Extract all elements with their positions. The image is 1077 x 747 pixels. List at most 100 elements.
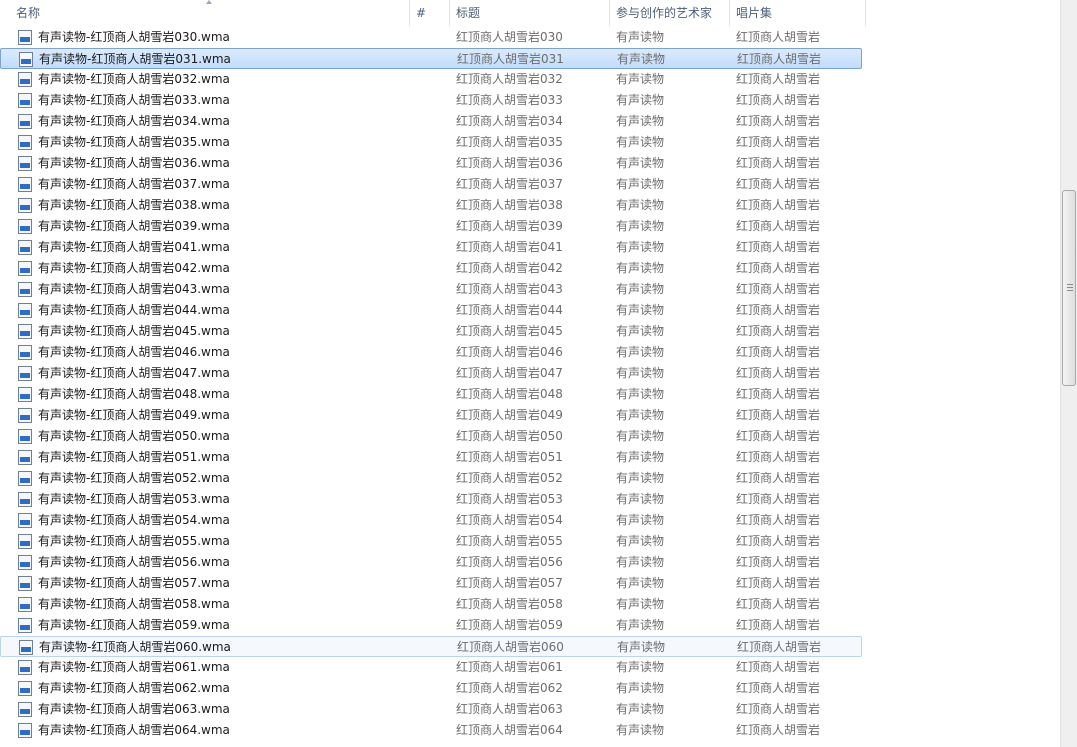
- file-row[interactable]: 有声读物-红顶商人胡雪岩035.wma 红顶商人胡雪岩035 有声读物 红顶商人胡雪岩: [0, 132, 862, 153]
- file-title: 红顶商人胡雪岩047: [456, 366, 563, 380]
- file-row[interactable]: 有声读物-红顶商人胡雪岩034.wma 红顶商人胡雪岩034 有声读物 红顶商人胡雪岩: [0, 111, 862, 132]
- file-title: 红顶商人胡雪岩031: [457, 52, 564, 66]
- file-artist: 有声读物: [616, 156, 665, 170]
- file-row[interactable]: 有声读物-红顶商人胡雪岩033.wma 红顶商人胡雪岩033 有声读物 红顶商人胡雪岩: [0, 90, 862, 111]
- file-row[interactable]: 有声读物-红顶商人胡雪岩054.wma 红顶商人胡雪岩054 有声读物 红顶商人胡雪岩: [0, 510, 862, 531]
- file-row[interactable]: 有声读物-红顶商人胡雪岩049.wma 红顶商人胡雪岩049 有声读物 红顶商人胡雪岩: [0, 405, 862, 426]
- file-artist: 有声读物: [616, 93, 665, 107]
- column-header-album[interactable]: 唱片集: [730, 0, 866, 26]
- file-album: 红顶商人胡雪岩: [736, 471, 821, 485]
- column-header-album-label: 唱片集: [736, 6, 773, 20]
- file-row[interactable]: 有声读物-红顶商人胡雪岩041.wma 红顶商人胡雪岩041 有声读物 红顶商人胡雪岩: [0, 237, 862, 258]
- wma-audio-file-icon: [18, 156, 32, 171]
- wma-audio-file-icon: [18, 387, 32, 402]
- column-header-title[interactable]: 标题: [450, 0, 610, 26]
- file-row[interactable]: 有声读物-红顶商人胡雪岩046.wma 红顶商人胡雪岩046 有声读物 红顶商人胡雪岩: [0, 342, 862, 363]
- column-header-number[interactable]: #: [410, 0, 450, 26]
- file-artist: 有声读物: [616, 261, 665, 275]
- file-artist: 有声读物: [616, 282, 665, 296]
- file-artist: 有声读物: [616, 387, 665, 401]
- file-title: 红顶商人胡雪岩036: [456, 156, 563, 170]
- file-album: 红顶商人胡雪岩: [736, 387, 821, 401]
- file-row[interactable]: 有声读物-红顶商人胡雪岩044.wma 红顶商人胡雪岩044 有声读物 红顶商人胡雪岩: [0, 300, 862, 321]
- file-title: 红顶商人胡雪岩042: [456, 261, 563, 275]
- file-row[interactable]: 有声读物-红顶商人胡雪岩062.wma 红顶商人胡雪岩062 有声读物 红顶商人胡雪岩: [0, 678, 862, 699]
- wma-audio-file-icon: [18, 240, 32, 255]
- file-title: 红顶商人胡雪岩054: [456, 513, 563, 527]
- file-row[interactable]: 有声读物-红顶商人胡雪岩047.wma 红顶商人胡雪岩047 有声读物 红顶商人胡雪岩: [0, 363, 862, 384]
- file-album: 红顶商人胡雪岩: [736, 681, 821, 695]
- file-row[interactable]: 有声读物-红顶商人胡雪岩050.wma 红顶商人胡雪岩050 有声读物 红顶商人胡雪岩: [0, 426, 862, 447]
- file-title: 红顶商人胡雪岩051: [456, 450, 563, 464]
- file-row[interactable]: 有声读物-红顶商人胡雪岩063.wma 红顶商人胡雪岩063 有声读物 红顶商人胡雪岩: [0, 699, 862, 720]
- sort-ascending-icon: [206, 0, 212, 4]
- wma-audio-file-icon: [18, 660, 32, 675]
- file-album: 红顶商人胡雪岩: [736, 534, 821, 548]
- file-row[interactable]: 有声读物-红顶商人胡雪岩061.wma 红顶商人胡雪岩061 有声读物 红顶商人胡雪岩: [0, 657, 862, 678]
- thumb-grip-line: [1067, 290, 1073, 291]
- wma-audio-file-icon: [18, 408, 32, 423]
- file-title: 红顶商人胡雪岩043: [456, 282, 563, 296]
- wma-audio-file-icon: [18, 366, 32, 381]
- file-title: 红顶商人胡雪岩056: [456, 555, 563, 569]
- file-album: 红顶商人胡雪岩: [736, 261, 821, 275]
- file-row[interactable]: 有声读物-红顶商人胡雪岩052.wma 红顶商人胡雪岩052 有声读物 红顶商人胡雪岩: [0, 468, 862, 489]
- file-row[interactable]: 有声读物-红顶商人胡雪岩055.wma 红顶商人胡雪岩055 有声读物 红顶商人胡雪岩: [0, 531, 862, 552]
- file-name: 有声读物-红顶商人胡雪岩036.wma: [38, 156, 230, 170]
- file-name: 有声读物-红顶商人胡雪岩033.wma: [38, 93, 230, 107]
- file-album: 红顶商人胡雪岩: [736, 513, 821, 527]
- file-row[interactable]: 有声读物-红顶商人胡雪岩045.wma 红顶商人胡雪岩045 有声读物 红顶商人胡雪岩: [0, 321, 862, 342]
- file-album: 红顶商人胡雪岩: [736, 240, 821, 254]
- file-name: 有声读物-红顶商人胡雪岩034.wma: [38, 114, 230, 128]
- file-album: 红顶商人胡雪岩: [736, 660, 821, 674]
- file-row[interactable]: 有声读物-红顶商人胡雪岩056.wma 红顶商人胡雪岩056 有声读物 红顶商人胡雪岩: [0, 552, 862, 573]
- file-album: 红顶商人胡雪岩: [736, 114, 821, 128]
- file-name: 有声读物-红顶商人胡雪岩044.wma: [38, 303, 230, 317]
- file-artist: 有声读物: [616, 534, 665, 548]
- file-row[interactable]: 有声读物-红顶商人胡雪岩059.wma 红顶商人胡雪岩059 有声读物 红顶商人胡雪岩: [0, 615, 862, 636]
- file-row[interactable]: 有声读物-红顶商人胡雪岩043.wma 红顶商人胡雪岩043 有声读物 红顶商人胡雪岩: [0, 279, 862, 300]
- file-row[interactable]: 有声读物-红顶商人胡雪岩036.wma 红顶商人胡雪岩036 有声读物 红顶商人胡雪岩: [0, 153, 862, 174]
- file-row[interactable]: 有声读物-红顶商人胡雪岩053.wma 红顶商人胡雪岩053 有声读物 红顶商人胡雪岩: [0, 489, 862, 510]
- file-row[interactable]: 有声读物-红顶商人胡雪岩038.wma 红顶商人胡雪岩038 有声读物 红顶商人胡雪岩: [0, 195, 862, 216]
- file-row[interactable]: 有声读物-红顶商人胡雪岩058.wma 红顶商人胡雪岩058 有声读物 红顶商人胡雪岩: [0, 594, 862, 615]
- file-artist: 有声读物: [616, 429, 665, 443]
- wma-audio-file-icon: [18, 303, 32, 318]
- file-row[interactable]: 有声读物-红顶商人胡雪岩060.wma 红顶商人胡雪岩060 有声读物 红顶商人胡雪岩: [0, 636, 862, 657]
- file-title: 红顶商人胡雪岩037: [456, 177, 563, 191]
- wma-audio-file-icon: [18, 450, 32, 465]
- file-row[interactable]: 有声读物-红顶商人胡雪岩051.wma 红顶商人胡雪岩051 有声读物 红顶商人胡雪岩: [0, 447, 862, 468]
- column-header-artist[interactable]: 参与创作的艺术家: [610, 0, 730, 26]
- file-row[interactable]: 有声读物-红顶商人胡雪岩032.wma 红顶商人胡雪岩032 有声读物 红顶商人胡雪岩: [0, 69, 862, 90]
- file-name: 有声读物-红顶商人胡雪岩032.wma: [38, 72, 230, 86]
- file-name: 有声读物-红顶商人胡雪岩047.wma: [38, 366, 230, 380]
- file-row[interactable]: 有声读物-红顶商人胡雪岩048.wma 红顶商人胡雪岩048 有声读物 红顶商人胡雪岩: [0, 384, 862, 405]
- file-row[interactable]: 有声读物-红顶商人胡雪岩042.wma 红顶商人胡雪岩042 有声读物 红顶商人胡雪岩: [0, 258, 862, 279]
- wma-audio-file-icon: [18, 513, 32, 528]
- file-album: 红顶商人胡雪岩: [736, 303, 821, 317]
- wma-audio-file-icon: [19, 640, 33, 655]
- file-album: 红顶商人胡雪岩: [736, 72, 821, 86]
- vertical-scrollbar[interactable]: [1060, 0, 1077, 747]
- file-album: 红顶商人胡雪岩: [737, 52, 822, 66]
- file-artist: 有声读物: [616, 450, 665, 464]
- file-title: 红顶商人胡雪岩033: [456, 93, 563, 107]
- file-row[interactable]: 有声读物-红顶商人胡雪岩030.wma 红顶商人胡雪岩030 有声读物 红顶商人胡雪岩: [0, 27, 862, 48]
- file-row[interactable]: 有声读物-红顶商人胡雪岩037.wma 红顶商人胡雪岩037 有声读物 红顶商人胡雪岩: [0, 174, 862, 195]
- file-name: 有声读物-红顶商人胡雪岩037.wma: [38, 177, 230, 191]
- file-artist: 有声读物: [616, 135, 665, 149]
- file-album: 红顶商人胡雪岩: [736, 177, 821, 191]
- file-row[interactable]: 有声读物-红顶商人胡雪岩064.wma 红顶商人胡雪岩064 有声读物 红顶商人胡雪岩: [0, 720, 862, 741]
- file-name: 有声读物-红顶商人胡雪岩031.wma: [39, 52, 231, 66]
- file-row[interactable]: 有声读物-红顶商人胡雪岩039.wma 红顶商人胡雪岩039 有声读物 红顶商人胡雪岩: [0, 216, 862, 237]
- scrollbar-thumb[interactable]: [1062, 190, 1076, 386]
- column-header-name-label: 名称: [16, 6, 41, 20]
- file-album: 红顶商人胡雪岩: [736, 93, 821, 107]
- file-title: 红顶商人胡雪岩049: [456, 408, 563, 422]
- file-row[interactable]: 有声读物-红顶商人胡雪岩031.wma 红顶商人胡雪岩031 有声读物 红顶商人胡雪岩: [0, 48, 862, 69]
- file-name: 有声读物-红顶商人胡雪岩030.wma: [38, 30, 230, 44]
- wma-audio-file-icon: [18, 681, 32, 696]
- file-row[interactable]: 有声读物-红顶商人胡雪岩057.wma 红顶商人胡雪岩057 有声读物 红顶商人胡雪岩: [0, 573, 862, 594]
- wma-audio-file-icon: [18, 30, 32, 45]
- file-title: 红顶商人胡雪岩038: [456, 198, 563, 212]
